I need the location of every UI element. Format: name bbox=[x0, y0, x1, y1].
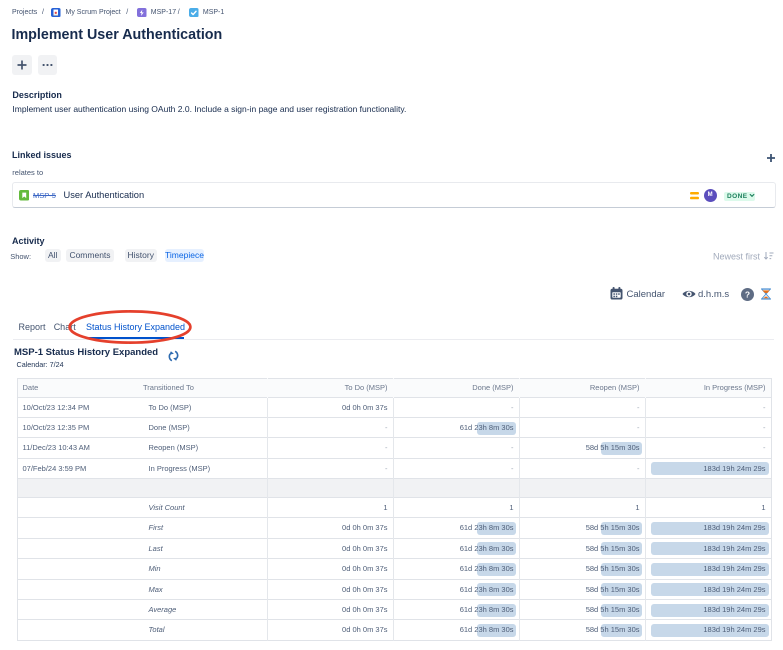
svg-text:?: ? bbox=[745, 290, 750, 300]
